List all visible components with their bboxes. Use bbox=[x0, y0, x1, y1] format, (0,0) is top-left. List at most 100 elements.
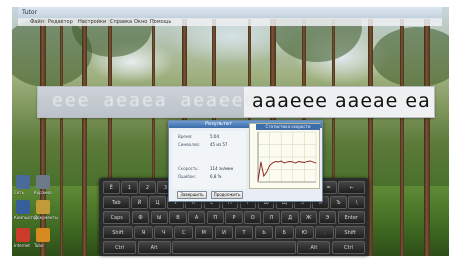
chart-point bbox=[289, 161, 291, 162]
space-key[interactable] bbox=[172, 241, 296, 254]
chart-point bbox=[298, 161, 299, 162]
chart-point bbox=[272, 162, 273, 164]
keyboard-key[interactable]: Shift bbox=[335, 226, 365, 239]
keyboard-key[interactable]: \ bbox=[348, 196, 365, 209]
keyboard-row: Caps Ф Ы В А П Р О Л Д Ж Э Enter bbox=[103, 211, 365, 224]
menu-item[interactable]: Справка bbox=[110, 18, 132, 26]
desktop-icon-label: Корзина bbox=[34, 190, 52, 195]
stat-label: Символов: bbox=[178, 142, 200, 147]
menu-item[interactable]: Редактор bbox=[48, 18, 73, 26]
keyboard-key[interactable]: Alt bbox=[297, 241, 331, 254]
keyboard-key[interactable]: Ъ bbox=[330, 196, 347, 209]
chart-point bbox=[286, 161, 288, 163]
keyboard-key[interactable]: 1 bbox=[121, 181, 138, 194]
stat-value: 5:04 bbox=[210, 134, 219, 139]
keyboard-key[interactable]: Б bbox=[274, 226, 294, 239]
desktop-icon[interactable] bbox=[36, 175, 50, 189]
keyboard-key[interactable]: . bbox=[315, 226, 334, 239]
continue-button[interactable]: Продолжить bbox=[211, 191, 243, 199]
chart-point bbox=[263, 175, 265, 177]
stat-label: Скорость: bbox=[178, 166, 199, 171]
keyboard-key[interactable]: Ctrl bbox=[103, 241, 137, 254]
keyboard-key[interactable]: Р bbox=[225, 211, 243, 224]
pending-text: aaaeee aaeae ea bbox=[252, 90, 431, 112]
keyboard-row: Ctrl Alt Alt Ctrl bbox=[103, 241, 365, 254]
keyboard-key[interactable]: О bbox=[244, 211, 262, 224]
dialog-title: Результат bbox=[205, 121, 232, 127]
keyboard-key[interactable]: П bbox=[206, 211, 224, 224]
desktop-icon[interactable] bbox=[36, 200, 50, 214]
keyboard-key[interactable]: А bbox=[188, 211, 206, 224]
chart-point bbox=[301, 161, 302, 163]
chart-point bbox=[309, 160, 311, 162]
chart-point bbox=[260, 161, 262, 163]
chart-point bbox=[304, 162, 305, 163]
keyboard-key[interactable]: Ф bbox=[131, 211, 150, 224]
chart-point bbox=[257, 180, 259, 182]
desktop-icon-label: Internet bbox=[14, 243, 30, 248]
keyboard-key[interactable]: С bbox=[174, 226, 194, 239]
chart-point bbox=[266, 171, 268, 173]
chart-point bbox=[312, 161, 314, 163]
keyboard-key[interactable]: Э bbox=[318, 211, 336, 224]
desktop-icon[interactable] bbox=[16, 175, 30, 189]
typing-line[interactable]: еее аеаеа аеаеее aaaeee aaeae ea bbox=[37, 86, 435, 118]
chart-point bbox=[280, 160, 282, 162]
desktop-icon-label: Tutor bbox=[34, 243, 45, 248]
desktop-icon[interactable] bbox=[16, 228, 30, 242]
desktop-icon-label: Документы bbox=[34, 215, 58, 220]
chart-point bbox=[315, 162, 317, 164]
chart-point bbox=[269, 165, 270, 166]
desktop-screen: Tutor Файл Редактор Настройки Справка Ок… bbox=[0, 0, 451, 262]
menu-item[interactable]: Окно bbox=[134, 18, 147, 26]
stat-value: 6,8 % bbox=[210, 174, 222, 179]
speed-chart: Статистика скорости bbox=[249, 123, 320, 189]
keyboard-key[interactable]: Ю bbox=[295, 226, 314, 239]
keyboard-key[interactable]: Я bbox=[134, 226, 153, 239]
keyboard-key[interactable]: Enter bbox=[337, 211, 365, 224]
chart-point bbox=[283, 162, 285, 164]
menu-item[interactable]: Помощь bbox=[150, 18, 171, 26]
stat-label: Время: bbox=[178, 134, 193, 139]
keyboard-key[interactable]: Л bbox=[262, 211, 280, 224]
menu-item[interactable]: Настройки bbox=[78, 18, 106, 26]
desktop-icon[interactable] bbox=[16, 200, 30, 214]
keyboard-key[interactable]: И bbox=[214, 226, 234, 239]
keyboard-key[interactable]: 2 bbox=[139, 181, 156, 194]
results-dialog: Результат Время: 5:04 Символов: 45 из 57… bbox=[168, 120, 323, 202]
keyboard-key[interactable]: Й bbox=[131, 196, 148, 209]
desktop-icon[interactable] bbox=[36, 228, 50, 242]
keyboard-key[interactable]: М bbox=[194, 226, 214, 239]
chart-point bbox=[292, 161, 294, 163]
keyboard-key[interactable]: Alt bbox=[137, 241, 171, 254]
keyboard-key[interactable]: Ё bbox=[103, 181, 120, 194]
stats-panel: Время: 5:04 Символов: 45 из 57 Скорость:… bbox=[172, 131, 246, 189]
chart-series-line bbox=[257, 160, 317, 182]
typed-area: еее аеаеа аеаеее bbox=[38, 87, 255, 117]
keyboard-key[interactable]: Ц bbox=[149, 196, 166, 209]
chart-point bbox=[277, 161, 279, 163]
keyboard-key[interactable]: Ы bbox=[150, 211, 168, 224]
keyboard-row: Shift Я Ч С М И Т Ь Б Ю. Shift bbox=[103, 226, 365, 239]
typed-text: еее аеаеа аеаеее bbox=[52, 90, 258, 111]
keyboard-key[interactable]: ← bbox=[338, 181, 365, 194]
chart-plot bbox=[257, 131, 317, 183]
chart-point bbox=[295, 162, 297, 164]
chart-point bbox=[275, 161, 276, 162]
keyboard-key[interactable]: Ч bbox=[154, 226, 173, 239]
chart-point bbox=[306, 161, 308, 162]
app-menubar: Файл Редактор Настройки Справка Окно Пом… bbox=[18, 18, 442, 26]
finish-button[interactable]: Завершить bbox=[177, 191, 207, 199]
keyboard-key[interactable]: Ь bbox=[254, 226, 274, 239]
stat-label: Ошибок: bbox=[178, 174, 197, 179]
keyboard-key[interactable]: Caps bbox=[103, 211, 131, 224]
keyboard-key[interactable]: Tab bbox=[103, 196, 130, 209]
keyboard-key[interactable]: Ж bbox=[300, 211, 318, 224]
desktop-icon-label: Сеть bbox=[14, 190, 24, 195]
keyboard-key[interactable]: Shift bbox=[103, 226, 133, 239]
keyboard-key[interactable]: Ctrl bbox=[331, 241, 365, 254]
keyboard-key[interactable]: Д bbox=[281, 211, 299, 224]
keyboard-key[interactable]: В bbox=[169, 211, 187, 224]
keyboard-key[interactable]: Т bbox=[234, 226, 254, 239]
menu-item[interactable]: Файл bbox=[30, 18, 44, 26]
